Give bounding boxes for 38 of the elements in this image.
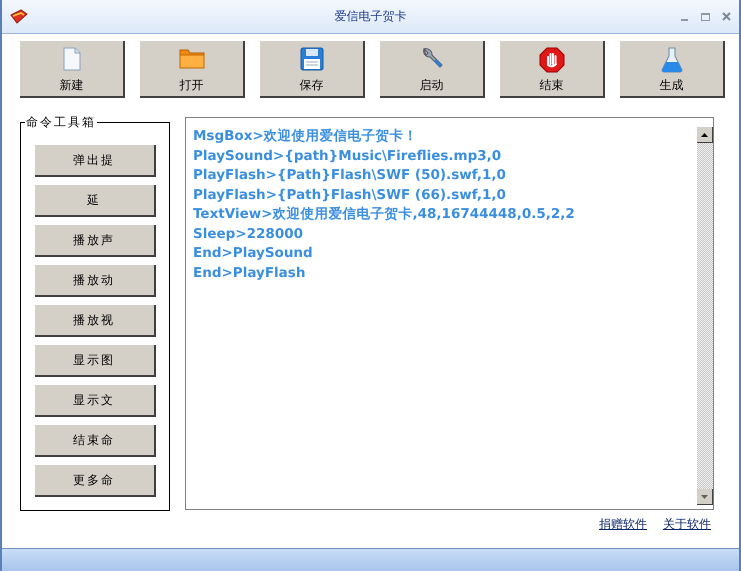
document-icon <box>62 47 82 71</box>
command-button[interactable]: 播放声 <box>34 225 156 257</box>
link[interactable]: 关于软件 <box>663 516 711 533</box>
command-button[interactable]: 结束命 <box>34 425 156 457</box>
command-button[interactable]: 更多命 <box>34 465 156 497</box>
command-button[interactable]: 播放视 <box>34 305 156 337</box>
script-line: End>PlayFlash <box>193 264 306 282</box>
script-line: PlaySound>{path}Music\Fireflies.mp3,0 <box>193 146 502 166</box>
toolbar-button[interactable]: 打开 <box>140 41 245 98</box>
up-arrow-icon <box>701 132 708 136</box>
stop-hand-icon <box>538 47 564 73</box>
script-line: Sleep>228000 <box>193 224 304 244</box>
command-button[interactable]: 显示图 <box>34 345 156 377</box>
folder-icon <box>178 47 204 69</box>
link[interactable]: 捐赠软件 <box>599 516 647 533</box>
down-arrow-icon <box>701 494 708 498</box>
toolbar-button[interactable]: 结束 <box>500 41 605 98</box>
flask-icon <box>660 47 682 73</box>
command-button[interactable]: 延 <box>34 185 156 217</box>
close-icon[interactable] <box>722 12 731 21</box>
toolbar-button[interactable]: 保存 <box>260 41 365 98</box>
script-line: MsgBox>欢迎使用爱信电子贺卡！ <box>193 127 419 146</box>
toolbar-button[interactable]: 生成 <box>620 41 725 98</box>
script-line: End>PlaySound <box>193 244 314 263</box>
command-button[interactable]: 弹出提 <box>34 145 156 177</box>
script-line: TextView>欢迎使用爱信电子贺卡,48,16744448,0.5,2,2 <box>193 205 576 224</box>
command-button[interactable]: 显示文 <box>34 385 156 417</box>
app-icon <box>10 8 28 24</box>
command-button[interactable]: 播放动 <box>34 265 156 297</box>
group-title: 命令工具箱 <box>25 114 97 131</box>
maximize-icon[interactable] <box>701 12 710 20</box>
toolbar-button[interactable]: 新建 <box>20 41 125 98</box>
scroll-down-button[interactable] <box>697 489 713 505</box>
script-line: PlayFlash>{Path}Flash\SWF (66).swf,1,0 <box>193 186 507 204</box>
scroll-up-button[interactable] <box>697 127 713 143</box>
window-title: 爱信电子贺卡 <box>334 8 406 25</box>
script-line: PlayFlash>{Path}Flash\SWF (50).swf,1,0 <box>193 166 507 185</box>
toolbar-button[interactable]: 启动 <box>380 41 485 98</box>
